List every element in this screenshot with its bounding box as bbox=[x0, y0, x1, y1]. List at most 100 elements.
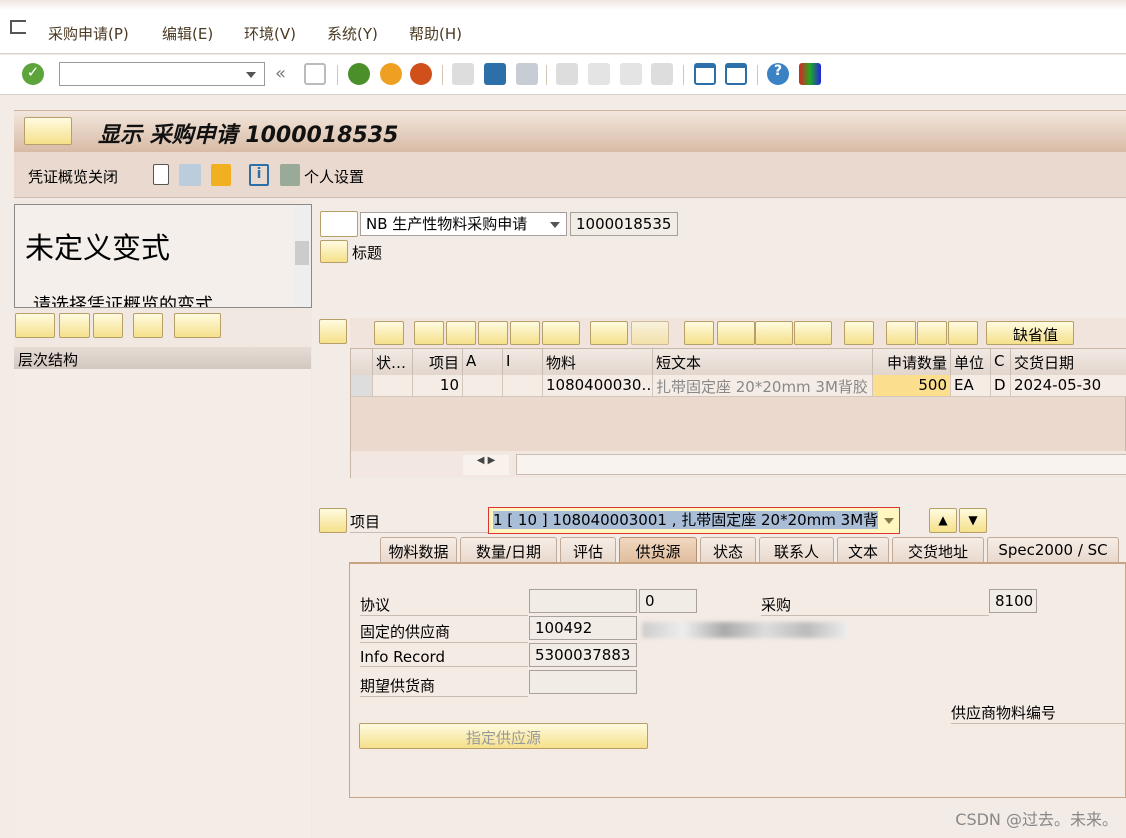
desired-vendor-field bbox=[529, 670, 637, 694]
column-header[interactable]: 交货日期 bbox=[1011, 349, 1126, 375]
table-cell[interactable]: 500 bbox=[873, 375, 951, 397]
command-field[interactable] bbox=[59, 62, 265, 86]
refresh-button[interactable] bbox=[93, 313, 123, 338]
cart-icon[interactable] bbox=[320, 211, 358, 237]
table-cell bbox=[373, 375, 413, 397]
table-cell[interactable]: 2024-05-30 bbox=[1011, 375, 1126, 397]
select-all-icon[interactable] bbox=[351, 349, 373, 375]
hierarchy-collapse-button[interactable] bbox=[59, 313, 90, 338]
layout-button[interactable] bbox=[794, 321, 832, 345]
personal-settings-icon[interactable] bbox=[280, 164, 300, 186]
menu-purchase-req[interactable]: 采购申请(P) bbox=[48, 23, 129, 44]
back-icon[interactable] bbox=[348, 63, 370, 85]
close-overview-button[interactable]: 凭证概览关闭 bbox=[28, 166, 118, 187]
find-next-button[interactable] bbox=[510, 321, 540, 345]
back-arrows-icon[interactable]: « bbox=[275, 63, 297, 85]
scroll-thumb[interactable] bbox=[516, 454, 1126, 475]
services-menu-button[interactable] bbox=[24, 117, 72, 145]
items-toggle-button[interactable] bbox=[319, 319, 347, 344]
default-values-button[interactable]: 缺省值 bbox=[986, 321, 1074, 345]
document-type-select[interactable]: NB 生产性物料采购申请 bbox=[360, 212, 567, 236]
create-document-icon[interactable] bbox=[153, 164, 169, 185]
scroll-left-right-buttons[interactable]: ◀ ▶ bbox=[463, 455, 509, 475]
column-header[interactable]: 物料 bbox=[543, 349, 653, 375]
previous-item-button[interactable]: ▲ bbox=[929, 508, 957, 533]
table-cell[interactable] bbox=[503, 375, 543, 397]
shortcut-icon[interactable] bbox=[725, 63, 747, 85]
table-cell[interactable] bbox=[463, 375, 503, 397]
assign-source-button[interactable]: 指定供应源 bbox=[359, 723, 648, 749]
column-header[interactable]: A bbox=[463, 349, 503, 375]
column-header[interactable]: 单位 bbox=[951, 349, 991, 375]
status-button[interactable] bbox=[917, 321, 947, 345]
tab-valuation[interactable]: 评估 bbox=[560, 537, 616, 563]
new-session-icon[interactable] bbox=[694, 63, 716, 85]
enter-icon[interactable]: ✓ bbox=[22, 63, 44, 85]
subtotal-button[interactable] bbox=[631, 321, 669, 345]
details-button[interactable] bbox=[374, 321, 404, 345]
header-toggle-button[interactable] bbox=[320, 240, 348, 263]
table-cell[interactable]: 1080400030… bbox=[543, 375, 653, 397]
info-icon[interactable]: i bbox=[249, 164, 269, 186]
column-header[interactable]: 申请数量 bbox=[873, 349, 951, 375]
column-header[interactable]: 短文本 bbox=[653, 349, 873, 375]
info-button[interactable] bbox=[844, 321, 874, 345]
exit-icon[interactable] bbox=[380, 63, 402, 85]
print-icon[interactable] bbox=[452, 63, 474, 85]
next-item-button[interactable]: ▼ bbox=[959, 508, 987, 533]
find-button[interactable] bbox=[133, 313, 163, 338]
column-header[interactable]: C bbox=[991, 349, 1011, 375]
help-icon[interactable]: ? bbox=[767, 63, 789, 85]
export-button[interactable] bbox=[755, 321, 793, 345]
menu-help[interactable]: 帮助(H) bbox=[409, 23, 462, 44]
layout-button[interactable] bbox=[174, 313, 221, 338]
tab-contact-person[interactable]: 联系人 bbox=[759, 537, 834, 563]
personal-settings-button[interactable]: 个人设置 bbox=[304, 166, 364, 187]
print-button[interactable] bbox=[684, 321, 714, 345]
other-document-icon[interactable] bbox=[211, 164, 231, 186]
table-cell[interactable]: EA bbox=[951, 375, 991, 397]
views-button[interactable] bbox=[717, 321, 755, 345]
tab-material-data[interactable]: 物料数据 bbox=[380, 537, 457, 563]
copy-button[interactable] bbox=[886, 321, 916, 345]
table-cell[interactable]: 10 bbox=[413, 375, 463, 397]
tab-source-of-supply[interactable]: 供货源 bbox=[619, 537, 697, 563]
sort-descending-button[interactable] bbox=[446, 321, 476, 345]
menu-bar: 采购申请(P) 编辑(E) 环境(V) 系统(Y) 帮助(H) bbox=[0, 0, 1126, 54]
menu-environment[interactable]: 环境(V) bbox=[244, 23, 296, 44]
column-header[interactable]: 状… bbox=[373, 349, 413, 375]
hierarchy-expand-button[interactable] bbox=[15, 313, 55, 338]
sum-button[interactable] bbox=[590, 321, 628, 345]
next-page-icon[interactable] bbox=[620, 63, 642, 85]
save-icon[interactable] bbox=[304, 63, 326, 85]
attachment-button[interactable] bbox=[948, 321, 978, 345]
menu-edit[interactable]: 编辑(E) bbox=[162, 23, 213, 44]
find-icon[interactable] bbox=[484, 63, 506, 85]
tab-quantity-date[interactable]: 数量/日期 bbox=[460, 537, 557, 563]
tab-texts[interactable]: 文本 bbox=[837, 537, 889, 563]
menu-system[interactable]: 系统(Y) bbox=[327, 23, 378, 44]
item-toggle-button[interactable] bbox=[319, 508, 347, 533]
column-header[interactable]: I bbox=[503, 349, 543, 375]
cancel-icon[interactable] bbox=[410, 63, 432, 85]
table-cell[interactable]: D bbox=[991, 375, 1011, 397]
find-button[interactable] bbox=[478, 321, 508, 345]
layout-icon[interactable] bbox=[799, 63, 821, 85]
find-next-icon[interactable] bbox=[516, 63, 538, 85]
variant-scrollbar[interactable] bbox=[293, 205, 311, 307]
column-header[interactable]: 项目 bbox=[413, 349, 463, 375]
first-page-icon[interactable] bbox=[556, 63, 578, 85]
row-selector[interactable] bbox=[351, 375, 373, 397]
tab-status[interactable]: 状态 bbox=[700, 537, 756, 563]
tab-delivery-address[interactable]: 交货地址 bbox=[892, 537, 984, 563]
table-cell[interactable]: 扎带固定座 20*20mm 3M背胶 bbox=[653, 375, 873, 397]
last-page-icon[interactable] bbox=[651, 63, 673, 85]
horizontal-scrollbar[interactable]: ◀ ▶ bbox=[351, 451, 1126, 478]
tab-spec2000[interactable]: Spec2000 / SC bbox=[987, 537, 1119, 563]
filter-button[interactable] bbox=[542, 321, 580, 345]
sort-ascending-button[interactable] bbox=[414, 321, 444, 345]
menu-icon[interactable] bbox=[10, 20, 26, 34]
prev-page-icon[interactable] bbox=[588, 63, 610, 85]
change-display-icon[interactable] bbox=[179, 164, 201, 186]
item-select[interactable]: 1 [ 10 ] 108040003001 , 扎带固定座 20*20mm 3M… bbox=[488, 507, 900, 534]
